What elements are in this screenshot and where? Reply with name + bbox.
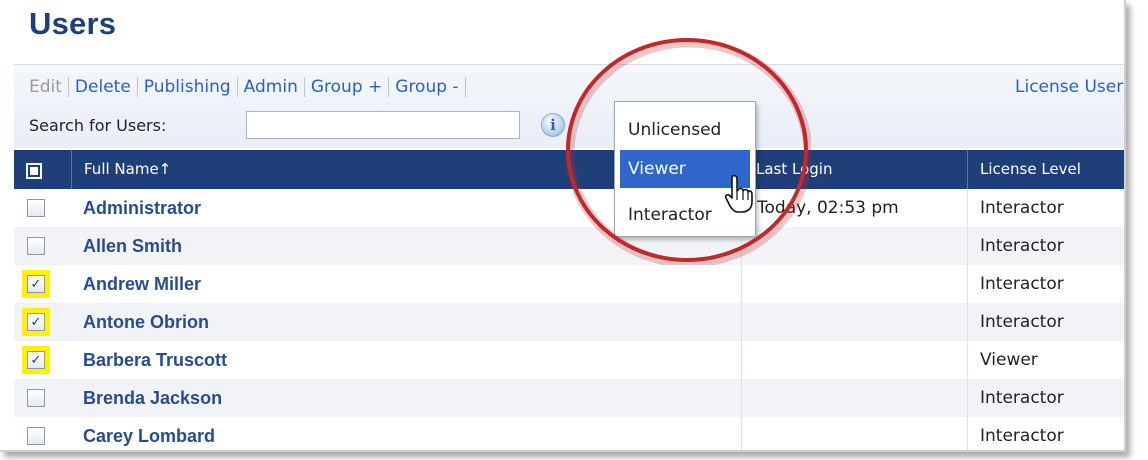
action-separator [464,77,466,97]
admin-action[interactable]: Admin [238,77,304,97]
row-checkbox-wrap [22,232,50,260]
page-title: Users [29,6,117,41]
row-checkbox-checked[interactable]: ✓ [27,275,45,293]
select-all-checkbox[interactable] [26,163,42,179]
menu-item-unlicensed[interactable]: Unlicensed [620,111,750,149]
search-input[interactable] [246,111,520,139]
license-level-value: Interactor [980,236,1064,256]
column-header-full-name[interactable]: Full Name↑ [84,160,171,178]
user-name-link[interactable]: Barbera Truscott [83,350,227,371]
row-checkbox[interactable] [27,389,45,407]
license-level-value: Interactor [980,426,1064,446]
user-name-link[interactable]: Andrew Miller [83,274,201,295]
row-checkbox-highlight: ✓ [22,346,50,374]
sort-up-icon: ↑ [158,160,172,178]
group-remove-action[interactable]: Group - [389,77,464,97]
column-header-last-login[interactable]: Last Login [756,160,832,178]
user-name-link[interactable]: Brenda Jackson [83,388,222,409]
column-header-license-level[interactable]: License Level [980,160,1081,178]
users-page: Users Edit Delete Publishing Admin Group… [0,0,1126,452]
license-user-action[interactable]: License User [1009,77,1124,97]
license-level-value: Interactor [980,198,1064,218]
license-level-value: Viewer [980,350,1038,370]
row-checkbox[interactable] [27,199,45,217]
row-checkbox-wrap [22,422,50,450]
search-label: Search for Users: [29,116,167,135]
edit-action[interactable]: Edit [29,77,68,97]
user-name-link[interactable]: Antone Obrion [83,312,209,333]
row-checkbox-wrap [22,384,50,412]
row-checkbox[interactable] [27,237,45,255]
header-divider [967,150,968,189]
group-add-action[interactable]: Group + [305,77,388,97]
license-level-value: Interactor [980,274,1064,294]
delete-action[interactable]: Delete [69,77,137,97]
user-name-link[interactable]: Administrator [83,198,201,219]
user-name-link[interactable]: Carey Lombard [83,426,215,447]
license-level-value: Interactor [980,312,1064,332]
license-dropdown-menu: Unlicensed Viewer Interactor [614,101,756,237]
info-icon[interactable]: i [541,113,565,137]
last-login-value: Today, 02:53 pm [757,198,899,218]
table-header [14,150,1124,189]
action-bar: Edit Delete Publishing Admin Group + Gro… [29,75,1123,99]
row-checkbox-highlight: ✓ [22,270,50,298]
full-name-label: Full Name [84,160,159,178]
row-checkbox-checked[interactable]: ✓ [27,351,45,369]
row-checkbox-checked[interactable]: ✓ [27,313,45,331]
user-name-link[interactable]: Allen Smith [83,236,182,257]
row-checkbox-wrap [22,194,50,222]
column-divider [967,189,968,450]
row-checkbox[interactable] [27,427,45,445]
license-level-value: Interactor [980,388,1064,408]
hand-pointer-icon [724,174,753,213]
row-checkbox-highlight: ✓ [22,308,50,336]
header-divider [71,150,72,189]
publishing-action[interactable]: Publishing [138,77,237,97]
